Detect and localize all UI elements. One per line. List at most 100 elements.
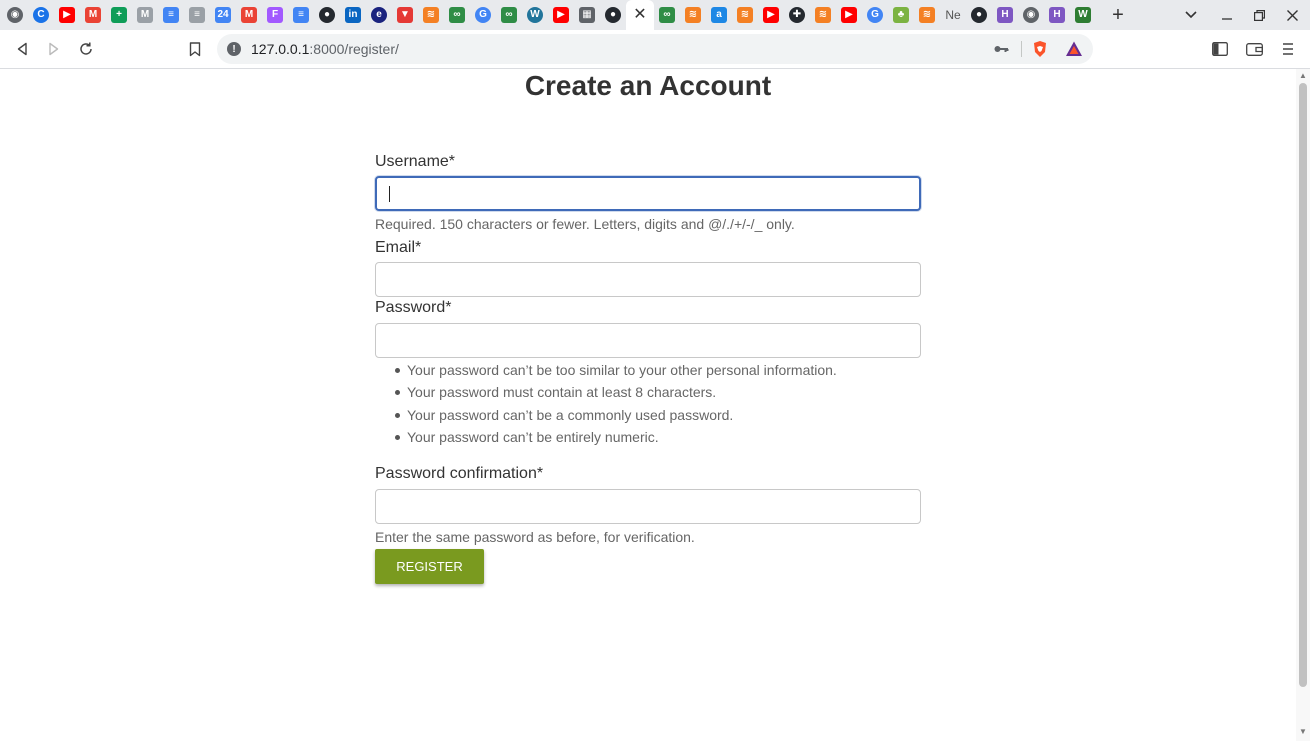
h-icon: H	[997, 7, 1013, 23]
url-text[interactable]: 127.0.0.1:8000/register/	[251, 41, 399, 57]
tab[interactable]: ≡	[288, 0, 314, 30]
new-tab-button[interactable]: +	[1108, 5, 1128, 25]
vercel-icon: ▼	[397, 7, 413, 23]
stackoverflow-icon: ≋	[815, 7, 831, 23]
gmail-icon: M	[137, 7, 153, 23]
site-info-icon[interactable]: !	[227, 42, 241, 56]
restore-button[interactable]	[1250, 6, 1268, 24]
brave-shields-icon[interactable]	[1031, 40, 1049, 58]
tab[interactable]: H	[1044, 0, 1070, 30]
gmail-icon: M	[241, 7, 257, 23]
menu-icon[interactable]	[1278, 39, 1298, 59]
tab[interactable]: W	[522, 0, 548, 30]
tab[interactable]: ▶	[758, 0, 784, 30]
close-icon[interactable]: ✕	[633, 7, 646, 23]
close-window-button[interactable]	[1283, 6, 1301, 24]
page-title: Create an Account	[524, 70, 772, 101]
github-icon: ●	[971, 7, 987, 23]
tab[interactable]: ∞	[444, 0, 470, 30]
tab[interactable]: W	[1070, 0, 1096, 30]
github-icon: ●	[605, 7, 621, 23]
geeksforgeeks-icon: ∞	[501, 7, 517, 23]
geeksforgeeks-icon: ∞	[449, 7, 465, 23]
username-input[interactable]	[375, 176, 921, 211]
tab[interactable]: ≋	[418, 0, 444, 30]
book-icon: ▦	[579, 7, 595, 23]
youtube-icon: ▶	[59, 7, 75, 23]
tab[interactable]: ♣	[888, 0, 914, 30]
minimize-button[interactable]	[1218, 6, 1236, 24]
tab[interactable]: M	[236, 0, 262, 30]
youtube-icon: ▶	[841, 7, 857, 23]
scrollbar-thumb[interactable]	[1299, 83, 1307, 687]
browser-toolbar: ! 127.0.0.1:8000/register/	[0, 30, 1310, 69]
sidebar-icon[interactable]	[1210, 39, 1230, 59]
tab[interactable]: ▶	[54, 0, 80, 30]
tab[interactable]: ◉	[1018, 0, 1044, 30]
email-input[interactable]	[375, 262, 921, 297]
docs-icon: ≡	[293, 7, 309, 23]
brave-rewards-icon[interactable]	[1065, 40, 1083, 58]
username-help-text: Required. 150 characters or fewer. Lette…	[375, 216, 795, 232]
password-rules-list: Your password can’t be too similar to yo…	[375, 359, 837, 448]
bookmark-icon[interactable]	[185, 39, 205, 59]
google-icon: G	[475, 7, 491, 23]
tab[interactable]: e	[366, 0, 392, 30]
tab[interactable]: in	[340, 0, 366, 30]
register-button[interactable]: Register	[375, 549, 484, 584]
tab[interactable]: G	[862, 0, 888, 30]
address-bar[interactable]: ! 127.0.0.1:8000/register/	[217, 34, 1093, 64]
wordpress-icon: W	[527, 7, 543, 23]
username-label: Username*	[375, 153, 456, 170]
tab[interactable]: H	[992, 0, 1018, 30]
password-confirmation-input[interactable]	[375, 489, 921, 524]
tab[interactable]: ∞	[496, 0, 522, 30]
key-icon[interactable]	[993, 41, 1009, 57]
geeksforgeeks-icon: ∞	[659, 7, 675, 23]
tab[interactable]: ▶	[836, 0, 862, 30]
tree-icon: ♣	[893, 7, 909, 23]
password-rule-item: Your password must contain at least 8 ch…	[375, 381, 837, 403]
scroll-down-arrow-icon[interactable]: ▼	[1296, 727, 1310, 737]
tab[interactable]: ●	[314, 0, 340, 30]
vertical-scrollbar[interactable]: ▲ ▼	[1296, 69, 1310, 741]
scroll-up-arrow-icon[interactable]: ▲	[1296, 71, 1310, 81]
tab[interactable]: ≡	[184, 0, 210, 30]
tab[interactable]: F	[262, 0, 288, 30]
address-bar-divider	[1021, 41, 1022, 57]
tab[interactable]: a	[706, 0, 732, 30]
w-icon: W	[1075, 7, 1091, 23]
tab[interactable]: ≡	[158, 0, 184, 30]
tab[interactable]: ◉	[2, 0, 28, 30]
sheets-icon: +	[111, 7, 127, 23]
password-label: Password*	[375, 299, 452, 316]
password-confirmation-label: Password confirmation*	[375, 465, 544, 482]
forward-button[interactable]	[44, 39, 64, 59]
tab[interactable]: M	[132, 0, 158, 30]
tab[interactable]: ≋	[680, 0, 706, 30]
reload-button[interactable]	[76, 39, 96, 59]
tab-active[interactable]: ✕	[626, 0, 654, 30]
tab[interactable]: ▦	[574, 0, 600, 30]
tab[interactable]: ≋	[732, 0, 758, 30]
tab[interactable]: ≋	[810, 0, 836, 30]
tab[interactable]: ▶	[548, 0, 574, 30]
stackoverflow-icon: ≋	[919, 7, 935, 23]
password-input[interactable]	[375, 323, 921, 358]
plus-circle-icon: ✚	[789, 7, 805, 23]
wallet-icon[interactable]	[1244, 39, 1264, 59]
tab[interactable]: C	[28, 0, 54, 30]
tab[interactable]: ●	[966, 0, 992, 30]
back-button[interactable]	[12, 39, 32, 59]
tab[interactable]: ∞	[654, 0, 680, 30]
tab[interactable]: M	[80, 0, 106, 30]
tab[interactable]: G	[470, 0, 496, 30]
tab[interactable]: ✚	[784, 0, 810, 30]
tab[interactable]: ▼	[392, 0, 418, 30]
tab[interactable]: ≋	[914, 0, 940, 30]
tab-search-chevron-icon[interactable]	[1182, 6, 1200, 24]
tab[interactable]: +	[106, 0, 132, 30]
tab[interactable]: Ne	[940, 0, 966, 30]
tab[interactable]: 24	[210, 0, 236, 30]
tab[interactable]: ●	[600, 0, 626, 30]
